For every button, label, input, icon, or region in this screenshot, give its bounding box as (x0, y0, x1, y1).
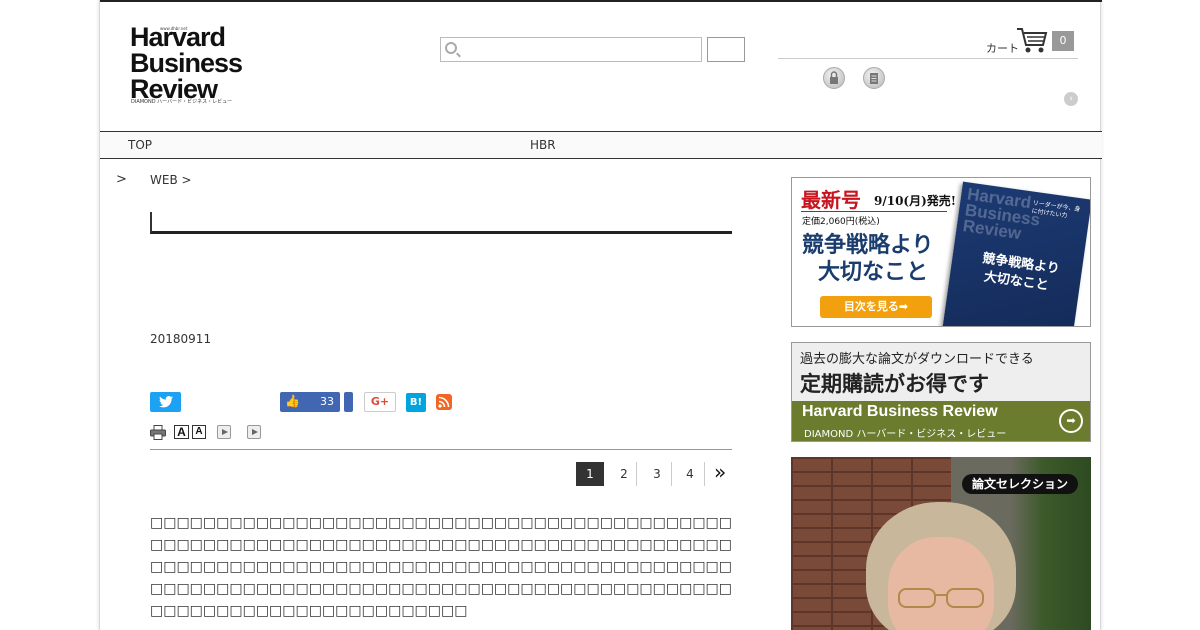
audio-play-icon-2[interactable] (247, 425, 261, 439)
pager-divider (671, 462, 672, 486)
arrow-right-icon[interactable]: ➡ (1059, 409, 1083, 433)
subscription-headline: 定期購読がお得です (800, 371, 989, 396)
top-border (100, 0, 1102, 2)
header-divider (778, 58, 1078, 59)
pager-divider (636, 462, 637, 486)
cart-icon[interactable] (1016, 26, 1048, 54)
logo-line-2: Business (130, 48, 243, 78)
thumbs-up-icon: 👍 (285, 394, 300, 408)
subscription-brand-band: Harvard Business Review DIAMOND ハーバード・ビジ… (792, 401, 1090, 441)
logo-line-1: Harvard (130, 22, 226, 52)
font-size-large-button[interactable]: A (174, 425, 189, 439)
page-container: www.dhbr.net Harvard Business Review DIA… (99, 0, 1102, 630)
google-plus-button[interactable]: G+ (364, 392, 396, 412)
nav-item-top[interactable]: TOP (128, 138, 152, 152)
logo-subtitle: DIAMOND ハーバード・ビジネス・レビュー (131, 99, 233, 105)
rss-icon[interactable] (436, 394, 452, 410)
breadcrumb[interactable]: WEB > (150, 173, 192, 187)
lock-icon[interactable] (823, 67, 845, 89)
search-box (440, 37, 702, 62)
font-size-small-button[interactable]: A (192, 425, 206, 439)
global-nav: TOP HBR (100, 131, 1102, 159)
print-icon[interactable] (150, 425, 166, 440)
pager-divider (704, 462, 705, 486)
portrait-face (888, 537, 994, 630)
latest-issue-release-date: 9/10(月)発売! (874, 194, 957, 208)
page-3-button[interactable]: 3 (643, 462, 671, 486)
header-arrow-icon[interactable]: › (1064, 92, 1078, 106)
cart-label[interactable]: カート (986, 40, 1019, 56)
banner-rule (801, 211, 947, 212)
article-date: 20180911 (150, 332, 212, 346)
page-1-button[interactable]: 1 (576, 462, 604, 486)
latest-issue-price: 定価2,060円(税込) (802, 217, 880, 227)
article-paragraph: □□□□□□□□□□□□□□□□□□□□□□□□□□□□□□□□□□□□□□□□… (150, 515, 733, 553)
article-body: □□□□□□□□□□□□□□□□□□□□□□□□□□□□□□□□□□□□□□□□… (150, 512, 733, 622)
facebook-share-button[interactable] (344, 392, 353, 412)
view-contents-button[interactable]: 目次を見る➡ (820, 296, 932, 318)
search-input[interactable] (463, 40, 698, 59)
latest-issue-title-line-2: 大切なこと (818, 260, 929, 285)
glasses-icon (898, 588, 984, 608)
cover-side-text: リーダーが今、身に付けたい力 (1031, 199, 1081, 220)
audio-play-icon[interactable] (217, 425, 231, 439)
subscription-brand: Harvard Business Review (802, 403, 998, 420)
subscription-tagline: 過去の膨大な論文がダウンロードできる (800, 352, 1034, 367)
hbr-logo[interactable]: www.dhbr.net Harvard Business Review DIA… (130, 18, 260, 108)
cart-count-badge: 0 (1052, 31, 1074, 51)
article-paragraph: □□□□□□□□□□□□□□□□□□□□□□□□□□□□□□□□□□□□□□□□… (150, 559, 733, 619)
page-2-button[interactable]: 2 (610, 462, 638, 486)
book-icon[interactable] (863, 67, 885, 89)
article-title (150, 212, 732, 234)
facebook-like-count: 33 (320, 395, 334, 408)
hatena-bookmark-button[interactable]: B! (406, 393, 426, 412)
subscription-banner[interactable]: 過去の膨大な論文がダウンロードできる 定期購読がお得です Harvard Bus… (791, 342, 1091, 442)
twitter-icon (159, 396, 173, 408)
nav-item-hbr[interactable]: HBR (530, 138, 556, 152)
article-selection-banner[interactable]: 論文セレクション (791, 457, 1091, 630)
next-page-button[interactable]: » (714, 460, 726, 484)
article-selection-badge: 論文セレクション (962, 474, 1078, 494)
search-button[interactable] (707, 37, 745, 62)
breadcrumb-separator: > (116, 172, 127, 187)
subscription-brand-sub: DIAMOND ハーバード・ビジネス・レビュー (804, 429, 1007, 440)
facebook-like-button[interactable]: 👍 33 (280, 392, 340, 412)
article-divider (150, 449, 732, 450)
page-4-button[interactable]: 4 (676, 462, 704, 486)
magazine-cover: Harvard Business Review リーダーが今、身に付けたい力 競… (942, 181, 1090, 326)
latest-issue-banner[interactable]: 最新号 9/10(月)発売! 定価2,060円(税込) 競争戦略より 大切なこと… (791, 177, 1091, 327)
twitter-share-button[interactable] (150, 392, 181, 412)
latest-issue-heading: 最新号 (801, 188, 861, 212)
latest-issue-title-line-1: 競争戦略より (802, 233, 934, 258)
search-icon (445, 42, 457, 54)
